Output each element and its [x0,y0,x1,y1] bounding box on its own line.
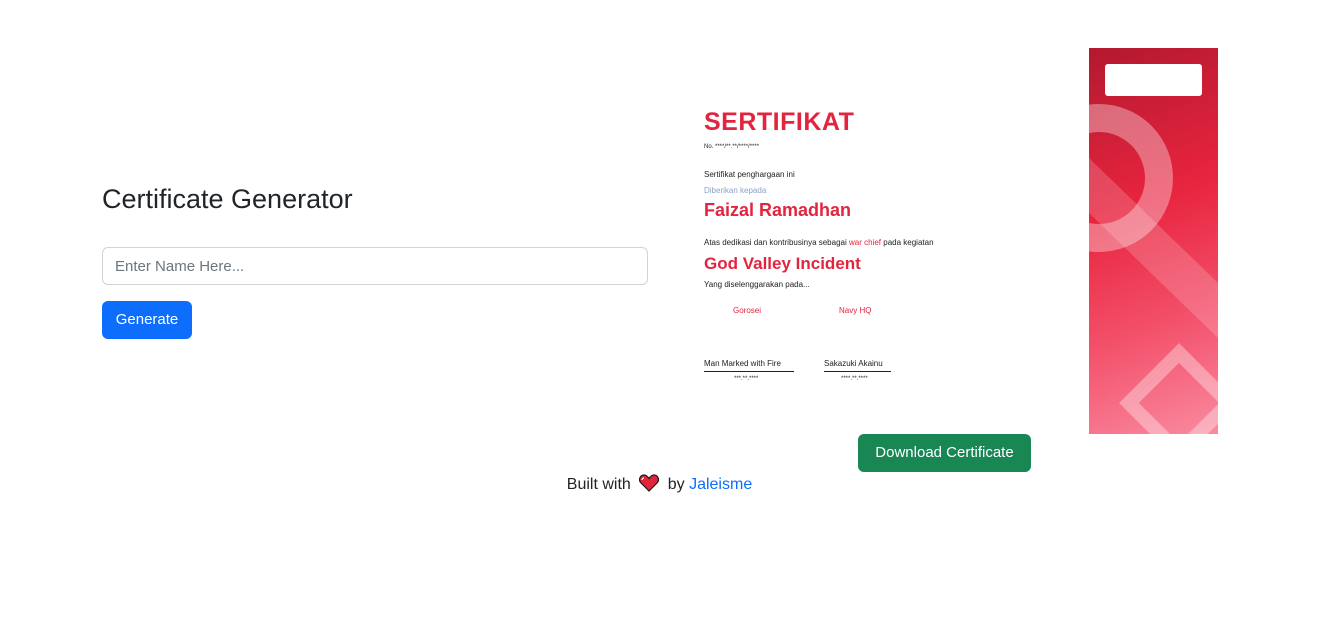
dedication-pre: Atas dedikasi dan kontribusinya sebagai [704,238,847,247]
generator-form: Certificate Generator Generate [102,180,648,339]
given-to-label: Diberikan kepada [704,186,767,195]
signer-right-name: Sakazuki Akainu [824,359,891,372]
role-text: war chief [849,238,882,247]
signer-left-id: ***.**.**** [734,376,759,382]
banner-logo-box [1105,64,1202,96]
footer: Built with by Jaleisme [0,474,1319,497]
organized-by: Yang diselenggarakan pada... [704,280,810,289]
banner-decoration [1089,104,1218,434]
recipient-name: Faizal Ramadhan [704,200,852,220]
dedication-post: pada kegiatan [883,238,934,247]
download-certificate-button[interactable]: Download Certificate [858,434,1031,472]
heart-icon [639,474,660,497]
org-right: Navy HQ [839,306,872,315]
certificate-number: No. ****/**.**/****/**** [704,144,760,150]
name-input[interactable] [102,247,648,285]
certificate-preview: SERTIFIKAT No. ****/**.**/****/**** Sert… [690,48,1218,434]
by-text: by [667,476,685,493]
org-left: Gorosei [733,306,762,315]
signer-left-name: Man Marked with Fire [704,359,794,372]
generate-button[interactable]: Generate [102,301,192,339]
event-name: God Valley Incident [704,254,861,273]
page-title: Certificate Generator [102,184,353,214]
signer-right-id: ****.**.**** [841,376,868,382]
dedication-text: Atas dedikasi dan kontribusinya sebagai … [704,238,934,247]
certificate-intro: Sertifikat penghargaan ini [704,170,795,179]
certificate-heading: SERTIFIKAT [704,108,855,136]
author-link[interactable]: Jaleisme [689,476,752,493]
built-with-text: Built with [566,476,631,493]
certificate-banner [1089,48,1218,434]
page: Certificate Generator Generate SERTIFIKA… [0,0,1319,637]
